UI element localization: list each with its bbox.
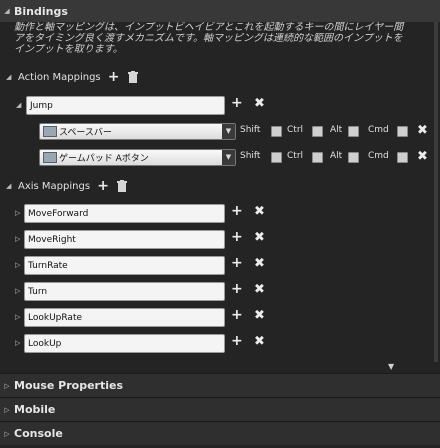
action-mappings-label: Action Mappings xyxy=(18,71,101,83)
section-title: Console xyxy=(14,427,63,440)
shift-label: Shift xyxy=(240,151,261,161)
bindings-header[interactable]: ◢ Bindings xyxy=(0,0,440,22)
splitter-handle-icon[interactable]: ▼ xyxy=(388,362,394,371)
chevron-down-icon[interactable]: ▼ xyxy=(222,124,235,139)
remove-key-button[interactable]: ✖ xyxy=(417,149,428,164)
expand-arrow-icon: ▷ xyxy=(4,381,10,390)
description-line: 動作と軸マッピングは、インプットビヘイビアとこれを起動するキーの間にレイヤー間 xyxy=(14,22,404,33)
alt-label: Alt xyxy=(330,125,343,135)
alt-checkbox[interactable] xyxy=(348,126,359,137)
bindings-title: Bindings xyxy=(14,4,68,18)
axis-name-input[interactable]: Turn xyxy=(24,282,225,301)
cmd-checkbox[interactable] xyxy=(397,152,408,163)
section-title: Mobile xyxy=(14,403,56,416)
description-line: インプットを取ります。 xyxy=(14,44,123,55)
axis-name-input[interactable]: TurnRate xyxy=(24,256,225,275)
remove-axis-button[interactable]: ✖ xyxy=(254,256,265,271)
add-key-button[interactable]: + xyxy=(231,229,243,245)
key-name: ゲームパッド Aボタン xyxy=(59,154,149,164)
section-title: Mouse Properties xyxy=(14,379,124,392)
alt-checkbox[interactable] xyxy=(348,152,359,163)
add-key-button[interactable]: + xyxy=(231,307,243,323)
add-key-button[interactable]: + xyxy=(231,95,243,111)
console-header[interactable]: ▷ Console xyxy=(0,422,440,445)
expand-arrow-icon: ▷ xyxy=(4,429,10,438)
remove-axis-button[interactable]: ✖ xyxy=(254,230,265,245)
mouse-properties-header[interactable]: ▷ Mouse Properties xyxy=(0,374,440,397)
key-name: スペースバー xyxy=(59,128,112,138)
expand-arrow-icon: ▷ xyxy=(4,405,10,414)
axis-name-input[interactable]: MoveRight xyxy=(24,230,225,249)
expand-arrow-icon[interactable]: ▷ xyxy=(15,313,20,321)
axis-name-input[interactable]: MoveForward xyxy=(24,204,225,223)
cmd-label: Cmd xyxy=(368,125,389,135)
chevron-down-icon[interactable]: ▼ xyxy=(222,150,235,165)
action-name-input[interactable]: Jump xyxy=(26,96,225,115)
remove-axis-button[interactable]: ✖ xyxy=(254,334,265,349)
shift-checkbox[interactable] xyxy=(271,126,282,137)
expand-arrow-icon[interactable]: ◢ xyxy=(6,182,16,190)
axis-name-input[interactable]: LookUpRate xyxy=(24,308,225,327)
expand-arrow-icon[interactable]: ▷ xyxy=(15,339,20,347)
ctrl-label: Ctrl xyxy=(287,151,304,161)
bindings-description: 動作と軸マッピングは、インプットビヘイビアとこれを起動するキーの間にレイヤー間 … xyxy=(14,22,438,55)
add-axis-mapping-button[interactable]: + xyxy=(94,178,112,194)
expand-arrow-icon[interactable]: ▷ xyxy=(15,209,20,217)
remove-action-button[interactable]: ✖ xyxy=(254,96,265,111)
axis-mappings-label: Axis Mappings xyxy=(18,180,91,192)
key-selector[interactable]: スペースバー ▼ xyxy=(39,123,236,140)
expand-arrow-icon[interactable]: ◢ xyxy=(6,73,16,81)
remove-axis-button[interactable]: ✖ xyxy=(254,282,265,297)
action-mappings-row: ◢ Action Mappings + xyxy=(0,67,440,87)
remove-axis-button[interactable]: ✖ xyxy=(254,308,265,323)
trash-icon[interactable] xyxy=(116,180,128,192)
remove-key-button[interactable]: ✖ xyxy=(417,123,428,138)
expand-arrow-icon[interactable]: ▷ xyxy=(15,261,20,269)
gamepad-icon xyxy=(43,152,57,163)
keyboard-icon xyxy=(43,126,57,137)
axis-name-input[interactable]: LookUp xyxy=(24,334,225,353)
ctrl-checkbox[interactable] xyxy=(312,152,323,163)
add-action-mapping-button[interactable]: + xyxy=(105,69,123,85)
scrollbar[interactable] xyxy=(434,22,438,362)
remove-axis-button[interactable]: ✖ xyxy=(254,204,265,219)
expand-arrow-icon[interactable]: ▷ xyxy=(15,235,20,243)
shift-label: Shift xyxy=(240,125,261,135)
cmd-label: Cmd xyxy=(368,151,389,161)
add-key-button[interactable]: + xyxy=(231,255,243,271)
alt-label: Alt xyxy=(330,151,343,161)
cmd-checkbox[interactable] xyxy=(397,126,408,137)
axis-mappings-row: ◢ Axis Mappings + xyxy=(0,176,440,196)
add-key-button[interactable]: + xyxy=(231,203,243,219)
add-key-button[interactable]: + xyxy=(231,333,243,349)
expand-arrow-icon: ◢ xyxy=(4,7,10,15)
expand-arrow-icon[interactable]: ◢ xyxy=(16,101,21,109)
mobile-header[interactable]: ▷ Mobile xyxy=(0,398,440,421)
trash-icon[interactable] xyxy=(127,71,139,83)
shift-checkbox[interactable] xyxy=(271,152,282,163)
key-selector[interactable]: ゲームパッド Aボタン ▼ xyxy=(39,149,236,166)
add-key-button[interactable]: + xyxy=(231,281,243,297)
expand-arrow-icon[interactable]: ▷ xyxy=(15,287,20,295)
ctrl-checkbox[interactable] xyxy=(312,126,323,137)
ctrl-label: Ctrl xyxy=(287,125,304,135)
description-line: アをタイミング良く渡すメカニズムです。軸マッピングは連続的な範囲のインプットを xyxy=(14,33,403,44)
